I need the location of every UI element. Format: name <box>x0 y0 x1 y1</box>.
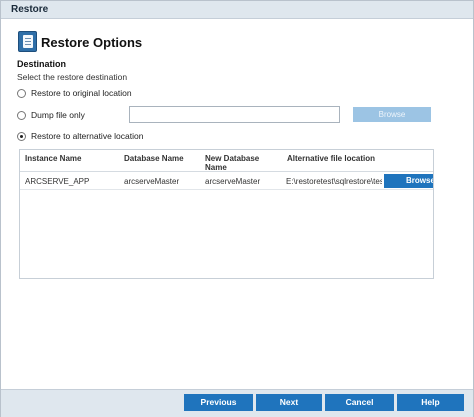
title-bar: Restore <box>1 1 473 19</box>
restore-options-icon <box>18 31 37 52</box>
radio-label: Restore to original location <box>31 88 132 98</box>
previous-button[interactable]: Previous <box>184 394 253 411</box>
radio-dump-file-only[interactable]: Dump file only <box>17 110 85 120</box>
footer-bar: Previous Next Cancel Help <box>1 389 473 417</box>
dump-browse-button: Browse <box>353 107 431 122</box>
radio-label: Dump file only <box>31 110 85 120</box>
destination-label: Destination <box>17 59 67 69</box>
radio-button[interactable] <box>17 131 26 141</box>
column-alternative-file-location: Alternative file location <box>287 154 376 163</box>
instance-name-cell: ARCSERVE_APP <box>25 177 90 186</box>
new-database-name-cell[interactable]: arcserveMaster <box>205 177 260 186</box>
radio-original-location[interactable]: Restore to original location <box>17 88 132 98</box>
radio-button[interactable] <box>17 110 26 120</box>
destination-subtitle: Select the restore destination <box>17 72 128 82</box>
grid-header: Instance Name Database Name New Database… <box>20 150 433 172</box>
column-new-database-name: New Database Name <box>205 154 260 172</box>
page-title: Restore Options <box>41 35 143 50</box>
column-database-name: Database Name <box>124 154 184 163</box>
row-browse-button[interactable]: Browse <box>384 174 433 188</box>
radio-alternative-location[interactable]: Restore to alternative location <box>17 131 143 141</box>
help-button[interactable]: Help <box>397 394 464 411</box>
next-button[interactable]: Next <box>256 394 322 411</box>
restore-dialog: Restore Restore Options Destination Sele… <box>0 0 474 417</box>
cancel-button[interactable]: Cancel <box>325 394 394 411</box>
window-title: Restore <box>11 4 49 15</box>
restore-grid: Instance Name Database Name New Database… <box>19 149 434 279</box>
radio-label: Restore to alternative location <box>31 131 144 141</box>
table-row: ARCSERVE_APP arcserveMaster arcserveMast… <box>20 172 433 190</box>
database-name-cell: arcserveMaster <box>124 177 180 186</box>
column-instance-name: Instance Name <box>25 154 82 163</box>
dump-file-path-input[interactable] <box>129 106 340 123</box>
alternative-location-cell[interactable]: E:\restoretest\sqlrestore\test <box>286 177 382 186</box>
radio-button[interactable] <box>17 88 26 98</box>
